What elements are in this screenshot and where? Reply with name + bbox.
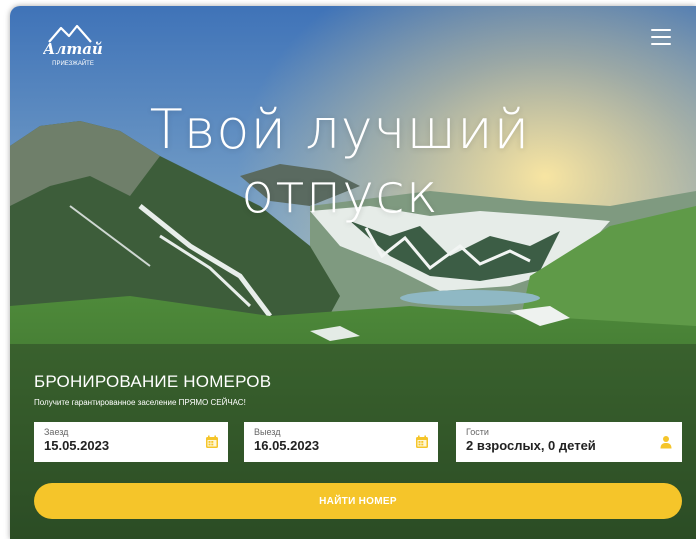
checkin-label: Заезд [44, 427, 69, 437]
booking-panel: БРОНИРОВАНИЕ НОМЕРОВ Получите гарантиров… [10, 344, 696, 539]
checkout-date-field[interactable]: Выезд 16.05.2023 [244, 422, 438, 462]
calendar-icon[interactable] [205, 435, 219, 449]
guests-label: Гости [466, 427, 489, 437]
page-frame: Алтай ПРИЕЗЖАЙТЕ Твой лучший отпуск БРОН… [10, 6, 696, 539]
calendar-icon[interactable] [415, 435, 429, 449]
guests-field[interactable]: Гости 2 взрослых, 0 детей [456, 422, 682, 462]
logo-subtext: ПРИЕЗЖАЙТЕ [52, 59, 94, 67]
logo[interactable]: Алтай ПРИЕЗЖАЙТЕ [43, 22, 103, 68]
checkout-value: 16.05.2023 [254, 438, 320, 453]
hero-title: Твой лучший отпуск [149, 98, 531, 225]
logo-text: Алтай [43, 40, 103, 58]
guests-value: 2 взрослых, 0 детей [466, 438, 596, 453]
booking-title: БРОНИРОВАНИЕ НОМЕРОВ [34, 372, 272, 391]
user-icon[interactable] [659, 435, 673, 449]
checkin-value: 15.05.2023 [44, 438, 110, 453]
checkin-date-field[interactable]: Заезд 15.05.2023 [34, 422, 228, 462]
checkout-label: Выезд [254, 427, 281, 437]
booking-subtitle: Получите гарантированное заселение ПРЯМО… [34, 398, 246, 407]
hamburger-menu-icon[interactable] [651, 29, 671, 47]
find-room-button[interactable]: НАЙТИ НОМЕР [34, 483, 682, 519]
